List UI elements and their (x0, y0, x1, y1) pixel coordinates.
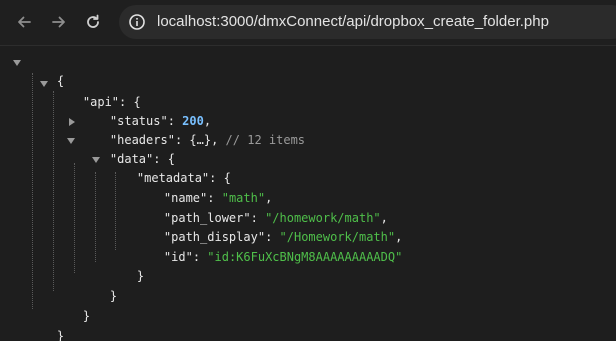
arrow-left-icon (18, 16, 31, 28)
expand-toggle-headers[interactable] (69, 118, 75, 126)
reload-button[interactable] (80, 9, 106, 35)
json-line-path-display: "path_display": "/Homework/math", (163, 230, 403, 244)
collapse-toggle-root[interactable] (13, 60, 21, 66)
collapse-toggle-api[interactable] (40, 81, 48, 87)
address-bar[interactable]: localhost:3000/dmxConnect/api/dropbox_cr… (119, 5, 616, 39)
json-line-headers: "headers": {…}, // 12 items (109, 133, 306, 147)
forward-button[interactable] (46, 9, 72, 35)
collapse-toggle-data[interactable] (67, 138, 75, 144)
json-line-root-close: } (56, 329, 65, 341)
json-line-id: "id": "id:K6FuXcBNgM8AAAAAAAAADQ" (163, 250, 403, 264)
collapse-toggle-metadata[interactable] (92, 157, 100, 163)
json-line-metadata: "metadata": { (136, 171, 231, 185)
json-line-api-close: } (82, 309, 91, 323)
json-line-name: "name": "math", (163, 191, 273, 205)
json-viewer: { "api": { "status": 200, "headers": {…}… (0, 46, 616, 341)
browser-toolbar: localhost:3000/dmxConnect/api/dropbox_cr… (0, 0, 616, 46)
json-line-api: "api": { (82, 95, 141, 109)
info-icon[interactable] (128, 13, 146, 31)
json-line-root-open: { (56, 74, 65, 88)
json-line-data-close: } (109, 289, 118, 303)
json-line-status: "status": 200, (109, 114, 212, 128)
json-line-path-lower: "path_lower": "/homework/math", (163, 211, 388, 225)
indent-guide (74, 163, 75, 273)
reload-icon (87, 14, 99, 28)
indent-guide (32, 73, 33, 309)
back-button[interactable] (11, 9, 37, 35)
url-text[interactable]: localhost:3000/dmxConnect/api/dropbox_cr… (157, 5, 549, 39)
json-line-data: "data": { (109, 152, 175, 166)
json-line-metadata-close: } (136, 269, 145, 283)
arrow-right-icon (52, 16, 65, 28)
